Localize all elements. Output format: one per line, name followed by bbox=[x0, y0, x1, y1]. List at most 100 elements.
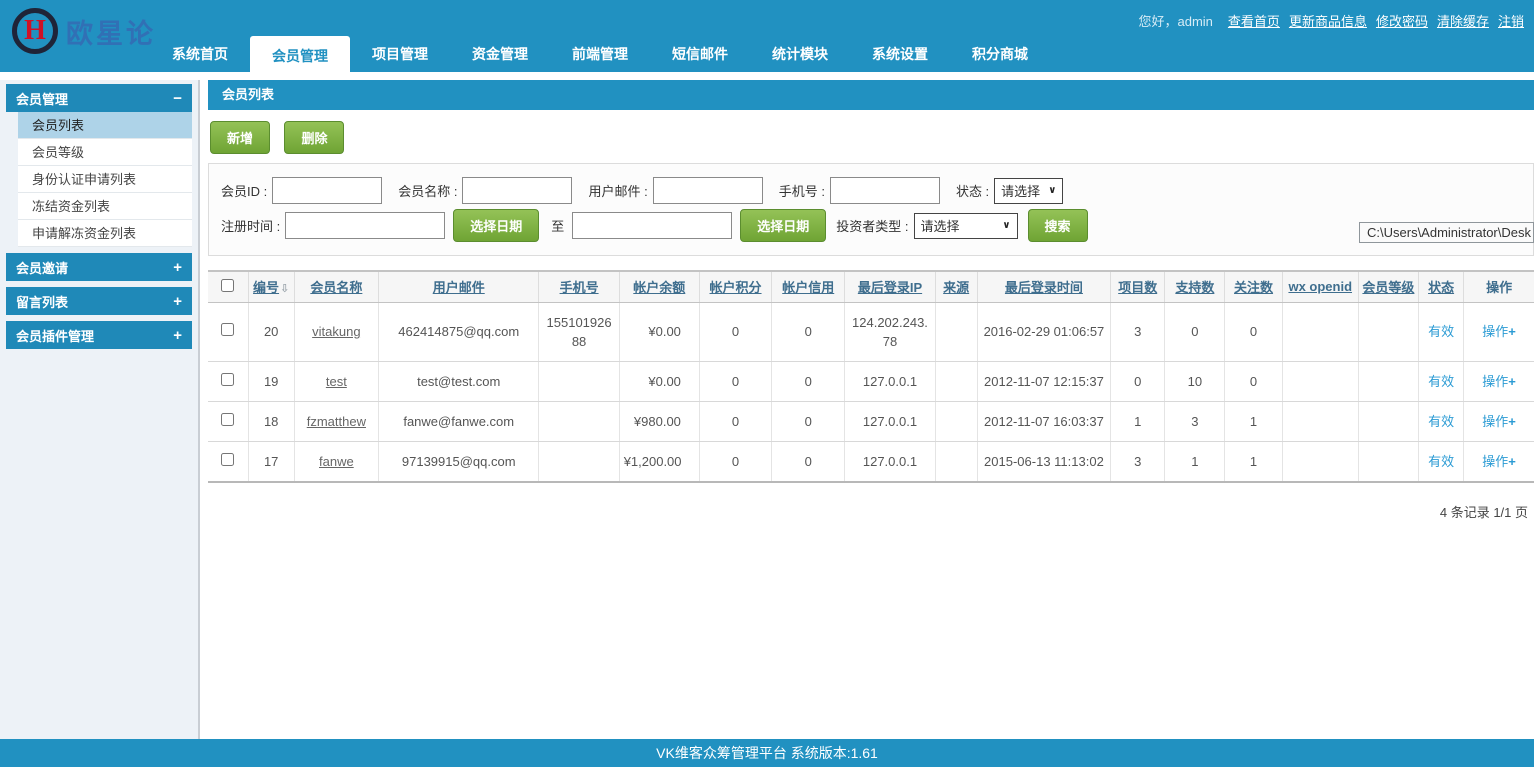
search-button[interactable]: 搜索 bbox=[1028, 209, 1088, 242]
nav-tab-stats[interactable]: 统计模块 bbox=[750, 36, 850, 72]
expand-icon[interactable]: + bbox=[173, 293, 182, 310]
email-input[interactable] bbox=[653, 177, 763, 204]
col-header-link[interactable]: 来源 bbox=[943, 280, 969, 295]
action-link[interactable]: 操作+ bbox=[1482, 454, 1516, 469]
member-name-link[interactable]: test bbox=[326, 374, 347, 389]
top-link-clear-cache[interactable]: 清除缓存 bbox=[1437, 11, 1489, 30]
status-link[interactable]: 有效 bbox=[1428, 414, 1454, 429]
col-header-link[interactable]: 关注数 bbox=[1234, 280, 1273, 295]
sidebar-item-unfreeze-apply-list[interactable]: 申请解冻资金列表 bbox=[18, 220, 192, 247]
row-checkbox[interactable] bbox=[221, 323, 234, 336]
row-checkbox[interactable] bbox=[221, 373, 234, 386]
nav-tab-members[interactable]: 会员管理 bbox=[250, 36, 350, 78]
top-link-logout[interactable]: 注销 bbox=[1498, 11, 1524, 30]
col-header-link[interactable]: 最后登录时间 bbox=[1005, 280, 1083, 295]
member-name-link[interactable]: vitakung bbox=[312, 324, 360, 339]
nav-tab-points-mall[interactable]: 积分商城 bbox=[950, 36, 1050, 72]
row-checkbox[interactable] bbox=[221, 413, 234, 426]
top-link-view-home[interactable]: 查看首页 bbox=[1228, 11, 1280, 30]
col-header: 会员名称 bbox=[294, 271, 378, 302]
sidebar-group-header-member-invite[interactable]: 会员邀请+ bbox=[6, 253, 192, 281]
investor-type-select-value: 请选择 bbox=[921, 216, 960, 235]
nav-tab-home[interactable]: 系统首页 bbox=[150, 36, 250, 72]
col-header-link[interactable]: 手机号 bbox=[560, 280, 599, 295]
collapse-icon[interactable]: − bbox=[173, 90, 182, 107]
cell-phone bbox=[539, 401, 619, 441]
sidebar-group-header-member-management[interactable]: 会员管理− bbox=[6, 84, 192, 112]
action-link[interactable]: 操作+ bbox=[1482, 374, 1516, 389]
col-header-link[interactable]: 最后登录IP bbox=[858, 280, 922, 295]
col-header-link[interactable]: 会员等级 bbox=[1362, 280, 1414, 295]
col-header-link[interactable]: 帐户余额 bbox=[633, 280, 685, 295]
col-header-link[interactable]: 项目数 bbox=[1118, 280, 1157, 295]
pick-end-date-button[interactable]: 选择日期 bbox=[740, 209, 826, 242]
col-header-link[interactable]: 状态 bbox=[1428, 280, 1454, 295]
sidebar-group-header-message-list[interactable]: 留言列表+ bbox=[6, 287, 192, 315]
col-header-link[interactable]: 帐户信用 bbox=[782, 280, 834, 295]
cell-last-ip: 127.0.0.1 bbox=[845, 401, 935, 441]
action-link[interactable]: 操作+ bbox=[1482, 324, 1516, 339]
nav-tab-funds[interactable]: 资金管理 bbox=[450, 36, 550, 72]
sidebar-item-member-list[interactable]: 会员列表 bbox=[18, 112, 192, 139]
cell-select bbox=[208, 302, 248, 361]
investor-type-select[interactable]: 请选择 ∨ bbox=[914, 213, 1018, 239]
sidebar-group-message-list: 留言列表+ bbox=[6, 287, 192, 315]
status-link[interactable]: 有效 bbox=[1428, 454, 1454, 469]
top-link-update-goods-info[interactable]: 更新商品信息 bbox=[1289, 11, 1367, 30]
reg-time-start-input[interactable] bbox=[285, 212, 445, 239]
col-header-link[interactable]: 支持数 bbox=[1175, 280, 1214, 295]
cell-level bbox=[1358, 401, 1418, 441]
cell-source bbox=[935, 441, 977, 482]
row-checkbox[interactable] bbox=[221, 453, 234, 466]
select-all-checkbox[interactable] bbox=[221, 279, 234, 292]
col-header-link[interactable]: 帐户积分 bbox=[710, 280, 762, 295]
add-button[interactable]: 新增 bbox=[210, 121, 270, 154]
col-header-link[interactable]: 用户邮件 bbox=[433, 280, 485, 295]
cell-last-ip: 127.0.0.1 bbox=[845, 441, 935, 482]
investor-type-label: 投资者类型 : bbox=[836, 216, 908, 235]
expand-icon[interactable]: + bbox=[173, 259, 182, 276]
sidebar-item-member-level[interactable]: 会员等级 bbox=[18, 139, 192, 166]
col-header: 关注数 bbox=[1225, 271, 1282, 302]
status-link[interactable]: 有效 bbox=[1428, 324, 1454, 339]
cell-email: fanwe@fanwe.com bbox=[378, 401, 538, 441]
col-header-link[interactable]: 会员名称 bbox=[310, 280, 362, 295]
plus-icon: + bbox=[1508, 414, 1516, 429]
panel-header: 会员列表 bbox=[208, 80, 1534, 110]
toolbar: 新增 删除 bbox=[208, 110, 1534, 163]
cell-phone: 15510192688 bbox=[539, 302, 619, 361]
sidebar-item-identity-apply-list[interactable]: 身份认证申请列表 bbox=[18, 166, 192, 193]
nav-tab-frontend[interactable]: 前端管理 bbox=[550, 36, 650, 72]
footer: VK维客众筹管理平台 系统版本:1.61 bbox=[0, 739, 1534, 767]
nav-tab-sms-email[interactable]: 短信邮件 bbox=[650, 36, 750, 72]
pick-start-date-button[interactable]: 选择日期 bbox=[453, 209, 539, 242]
member-name-link[interactable]: fanwe bbox=[319, 454, 354, 469]
search-row-2: 注册时间 : 选择日期 至 选择日期 投资者类型 : 请选择 ∨ 搜索 bbox=[221, 209, 1521, 242]
action-link[interactable]: 操作+ bbox=[1482, 414, 1516, 429]
sidebar-group-label: 会员插件管理 bbox=[16, 326, 94, 345]
cell-last-login-time: 2012-11-07 12:15:37 bbox=[977, 361, 1110, 401]
cell-wx-openid bbox=[1282, 441, 1358, 482]
sort-down-icon[interactable]: ⇩ bbox=[280, 282, 289, 295]
phone-input[interactable] bbox=[830, 177, 940, 204]
nav-tab-projects[interactable]: 项目管理 bbox=[350, 36, 450, 72]
member-name-input[interactable] bbox=[462, 177, 572, 204]
reg-time-end-input[interactable] bbox=[572, 212, 732, 239]
to-label: 至 bbox=[551, 216, 564, 235]
search-form: 会员ID : 会员名称 : 用户邮件 : 手机号 : 状态 : 请选择 ∨ 注册… bbox=[208, 163, 1534, 256]
status-link[interactable]: 有效 bbox=[1428, 374, 1454, 389]
col-header-link[interactable]: 编号 bbox=[253, 280, 279, 295]
sidebar-group-member-invite: 会员邀请+ bbox=[6, 253, 192, 281]
member-name-link[interactable]: fzmatthew bbox=[307, 414, 366, 429]
nav-tab-settings[interactable]: 系统设置 bbox=[850, 36, 950, 72]
sidebar-item-frozen-funds-list[interactable]: 冻结资金列表 bbox=[18, 193, 192, 220]
logo-emblem-icon: H bbox=[12, 8, 58, 54]
delete-button[interactable]: 删除 bbox=[284, 121, 344, 154]
top-link-change-password[interactable]: 修改密码 bbox=[1376, 11, 1428, 30]
sidebar-group-header-member-plugin[interactable]: 会员插件管理 + bbox=[6, 321, 192, 349]
member-id-input[interactable] bbox=[272, 177, 382, 204]
status-select[interactable]: 请选择 ∨ bbox=[994, 178, 1063, 204]
expand-icon[interactable]: + bbox=[173, 327, 182, 344]
col-header-link[interactable]: wx openid bbox=[1288, 279, 1352, 294]
cell-status: 有效 bbox=[1419, 302, 1464, 361]
